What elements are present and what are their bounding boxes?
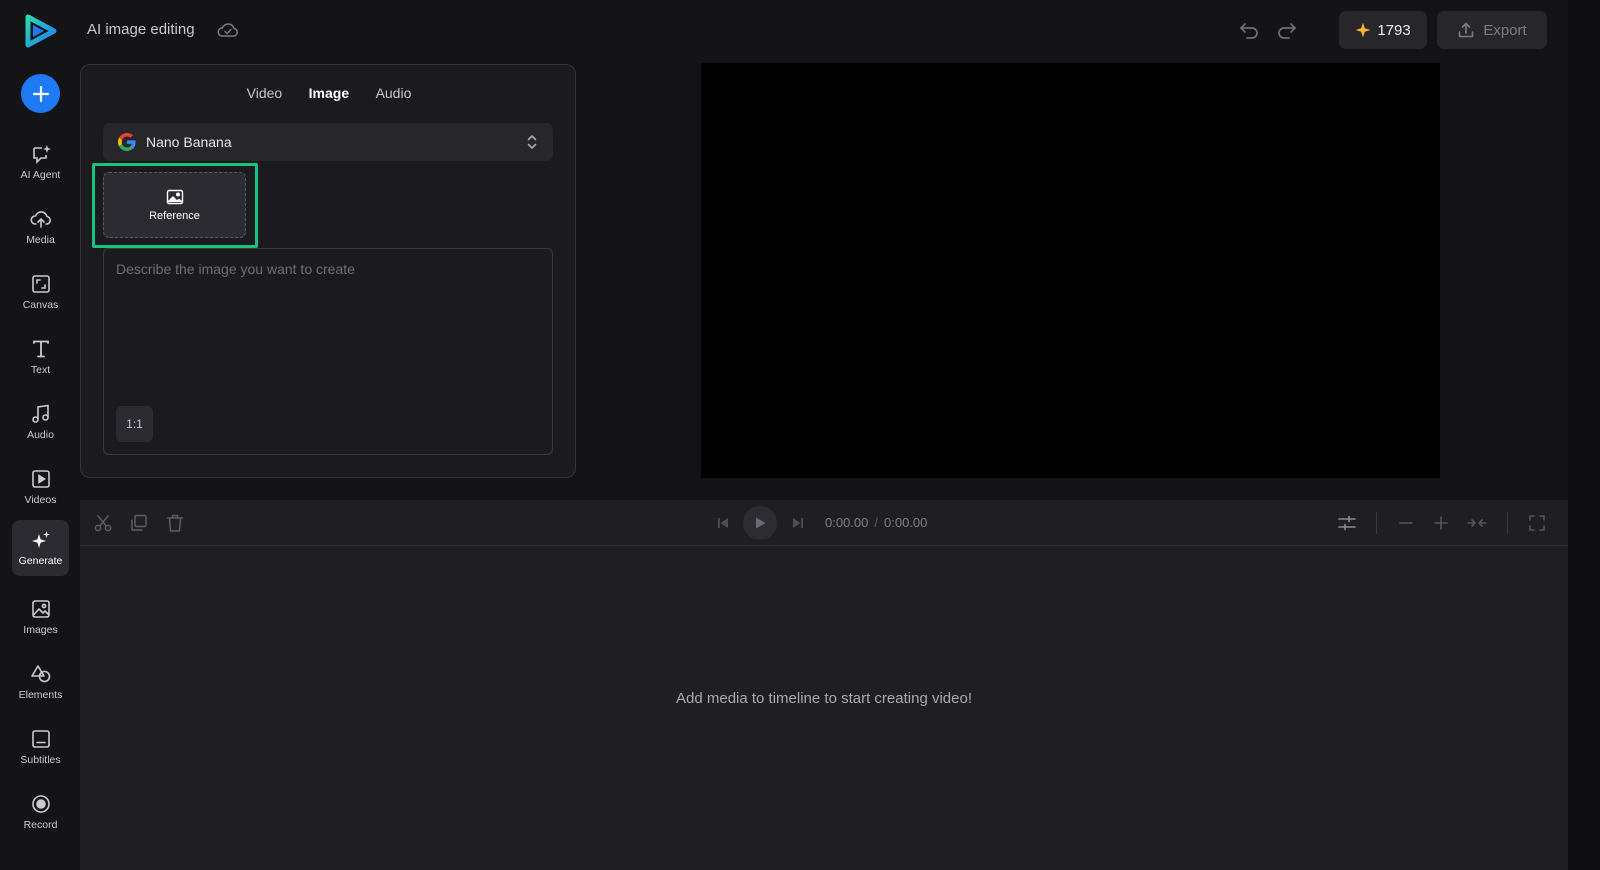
google-logo-icon	[118, 133, 136, 151]
sidebar-item-subtitles[interactable]: Subtitles	[12, 719, 69, 775]
sidebar-item-label: Text	[30, 364, 51, 376]
trash-icon[interactable]	[164, 512, 186, 534]
text-icon	[32, 340, 49, 358]
sidebar-item-canvas[interactable]: Canvas	[12, 264, 69, 320]
undo-icon[interactable]	[1238, 19, 1260, 41]
sidebar-item-label: Canvas	[22, 299, 59, 311]
model-name: Nano Banana	[146, 134, 232, 150]
sidebar-item-label: Videos	[24, 494, 57, 506]
sidebar-item-label: Media	[26, 234, 55, 246]
export-label: Export	[1483, 21, 1527, 39]
reference-upload-button[interactable]: Reference	[103, 172, 246, 238]
add-new-button[interactable]	[21, 74, 60, 113]
video-play-icon	[31, 470, 50, 488]
sidebar-item-ai-agent[interactable]: AI Agent	[12, 134, 69, 190]
current-time: 0:00.00	[825, 515, 869, 530]
tab-image[interactable]: Image	[309, 83, 349, 103]
sidebar-item-audio[interactable]: Audio	[12, 394, 69, 450]
prompt-input[interactable]	[116, 261, 536, 391]
cloud-saved-icon	[217, 23, 238, 37]
tab-video[interactable]: Video	[247, 83, 283, 103]
sidebar-item-label: AI Agent	[20, 169, 61, 181]
sidebar-item-label: Record	[23, 819, 58, 831]
sidebar-item-label: Subtitles	[20, 754, 61, 766]
video-preview-canvas[interactable]	[701, 63, 1440, 478]
timeline: 0:00.00 / 0:00.00 Add media to timeline to…	[80, 500, 1568, 870]
app-logo-icon[interactable]	[22, 13, 58, 49]
toolbar-divider	[1376, 512, 1377, 534]
canvas-icon	[31, 275, 50, 293]
upload-icon	[1459, 22, 1474, 38]
generate-panel: Video Image Audio Nano Banana Reference …	[80, 64, 576, 478]
generate-tabs: Video Image Audio	[81, 83, 577, 105]
record-icon	[31, 795, 50, 813]
app-window: AI Agent Media Canvas Text Audio Videos …	[0, 0, 1600, 870]
skip-back-icon[interactable]	[712, 512, 734, 534]
timeline-settings-icon[interactable]	[1336, 512, 1358, 534]
reference-label: Reference	[149, 209, 200, 222]
sidebar-item-media[interactable]: Media	[12, 199, 69, 255]
aspect-ratio-button[interactable]: 1:1	[116, 406, 153, 442]
star-sparkle-icon	[1355, 22, 1371, 38]
zoom-in-icon[interactable]	[1430, 512, 1452, 534]
sidebar-item-generate[interactable]: Generate	[12, 520, 69, 576]
sidebar-item-images[interactable]: Images	[12, 589, 69, 645]
credits-count: 1793	[1377, 21, 1411, 39]
sidebar-item-videos[interactable]: Videos	[12, 459, 69, 515]
toolbar-divider	[1507, 512, 1508, 534]
redo-icon[interactable]	[1276, 19, 1298, 41]
sidebar-item-label: Generate	[18, 555, 63, 567]
sidebar-item-elements[interactable]: Elements	[12, 654, 69, 710]
credits-button[interactable]: 1793	[1339, 11, 1427, 49]
zoom-out-icon[interactable]	[1395, 512, 1417, 534]
duplicate-icon[interactable]	[128, 512, 150, 534]
sidebar-item-record[interactable]: Record	[12, 784, 69, 840]
fit-to-screen-icon[interactable]	[1466, 512, 1488, 534]
play-icon	[756, 517, 766, 529]
image-icon	[31, 600, 50, 618]
time-separator: /	[874, 515, 878, 530]
model-select[interactable]: Nano Banana	[103, 123, 553, 161]
project-title[interactable]: AI image editing	[87, 20, 195, 40]
sidebar-item-label: Elements	[18, 689, 63, 701]
ai-agent-icon	[32, 145, 51, 164]
export-button[interactable]: Export	[1437, 11, 1547, 49]
music-note-icon	[31, 404, 49, 423]
timeline-empty-message: Add media to timeline to start creating …	[676, 690, 972, 707]
fullscreen-icon[interactable]	[1526, 512, 1548, 534]
prompt-box: 1:1	[103, 248, 553, 455]
scissors-icon[interactable]	[92, 512, 114, 534]
sidebar-item-label: Images	[23, 624, 58, 636]
tab-audio[interactable]: Audio	[376, 83, 412, 103]
cloud-upload-icon	[29, 211, 51, 228]
sidebar: AI Agent Media Canvas Text Audio Videos …	[0, 0, 80, 870]
window-edge	[1568, 0, 1600, 870]
timeline-toolbar: 0:00.00 / 0:00.00	[80, 500, 1568, 546]
time-display: 0:00.00 / 0:00.00	[825, 514, 927, 532]
sidebar-item-label: Audio	[27, 429, 54, 441]
image-icon	[166, 189, 183, 204]
play-button[interactable]	[743, 506, 777, 540]
skip-forward-icon[interactable]	[787, 512, 809, 534]
shapes-icon	[30, 665, 50, 683]
sidebar-item-text[interactable]: Text	[12, 329, 69, 385]
plus-icon	[32, 85, 49, 102]
total-time: 0:00.00	[884, 515, 928, 530]
chevron-up-down-icon	[527, 135, 537, 149]
subtitles-icon	[31, 730, 50, 748]
sparkle-icon	[31, 531, 50, 548]
